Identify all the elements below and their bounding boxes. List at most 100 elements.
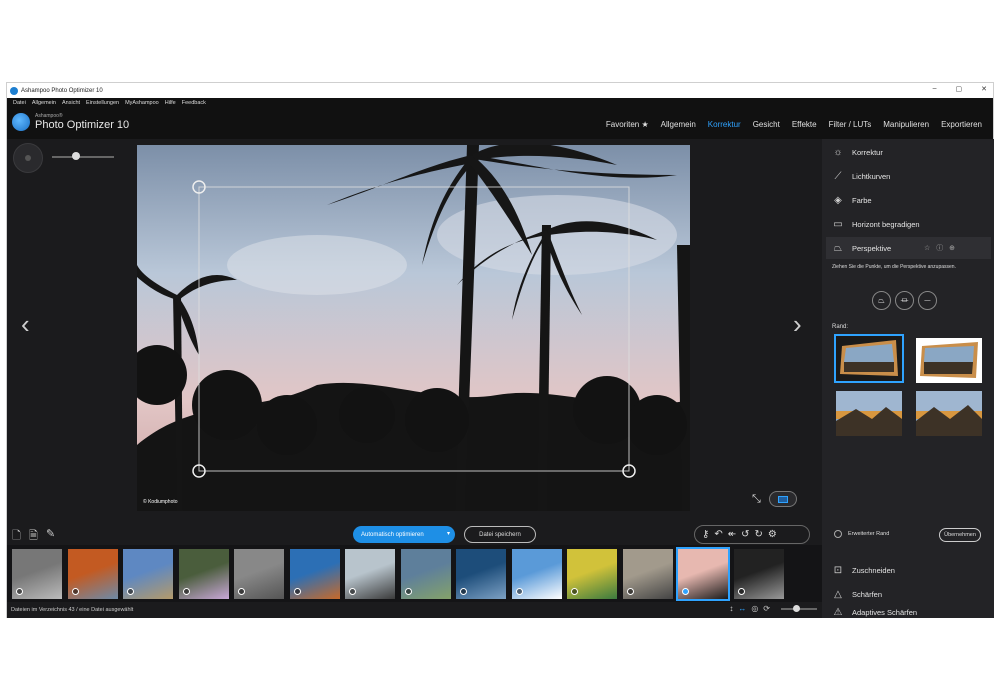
tab-effekte[interactable]: Effekte (786, 118, 823, 131)
apply-button[interactable]: Übernehmen (939, 528, 981, 542)
fullscreen-button[interactable] (768, 491, 797, 507)
thumbnail-cliffs[interactable] (123, 549, 173, 599)
monitor-icon (777, 495, 788, 503)
thumbnail-santorini[interactable] (511, 549, 562, 599)
brush-icon[interactable]: ✎ (46, 527, 55, 540)
compare-icon[interactable]: ◎ (751, 604, 758, 613)
thumbnail-select-checkbox[interactable] (682, 588, 689, 595)
thumbnail-select-checkbox[interactable] (571, 588, 578, 595)
menu-einstellungen[interactable]: Einstellungen (83, 98, 122, 109)
tool-zuschneiden[interactable]: ⊡ Zuschneiden (826, 559, 991, 581)
app-logo: Ashampoo® Photo Optimizer 10 (12, 113, 129, 131)
thumbnail-building[interactable] (622, 549, 673, 599)
tool-adaptives-schaerfen[interactable]: ⚠ Adaptives Schärfen (826, 607, 991, 618)
previous-image-button[interactable]: ‹ (21, 309, 30, 340)
thumbnail-route-66[interactable] (12, 549, 62, 599)
sun-icon: ☼ (833, 146, 843, 158)
pan-joystick[interactable] (13, 143, 43, 173)
minimize-button[interactable]: – (933, 85, 937, 93)
menu-myashampoo[interactable]: MyAshampoo (122, 98, 162, 109)
thumbnail-select-checkbox[interactable] (349, 588, 356, 595)
radio-button[interactable] (834, 530, 842, 538)
rand-option-4[interactable] (916, 391, 982, 436)
sharpen-icon: △ (834, 588, 842, 600)
menu-allgemein[interactable]: Allgemein (29, 98, 59, 109)
tab-filter-luts[interactable]: Filter / LUTs (823, 118, 878, 131)
thumbnail-monument-valley[interactable] (289, 549, 340, 599)
thumbnail-bw-room[interactable] (733, 549, 784, 599)
sync-icon[interactable]: ⟳ (763, 604, 770, 613)
thumbnail-select-checkbox[interactable] (515, 588, 523, 595)
undo-all-icon[interactable]: ↞ (728, 529, 736, 540)
tab-manipulieren[interactable]: Manipulieren (877, 118, 935, 131)
favorite-info-reset-icons[interactable]: ☆ ⓘ ⊕ (924, 243, 957, 253)
rand-option-2[interactable] (916, 338, 982, 383)
perspective-mode-3-icon[interactable]: ⏤ (918, 291, 937, 310)
tool-perspektive[interactable]: ⏢ Perspektive ☆ ⓘ ⊕ (826, 237, 991, 259)
thumbnail-bus[interactable] (567, 549, 617, 599)
thumbnail-coast[interactable] (400, 549, 451, 599)
compress-view-icon[interactable]: ⤡ (752, 493, 761, 506)
thumbnail-select-checkbox[interactable] (16, 588, 23, 595)
rand-option-1[interactable] (834, 334, 904, 383)
thumbnail-street[interactable] (345, 549, 395, 599)
rotate-right-icon[interactable]: ↻ (755, 529, 763, 540)
close-button[interactable]: ✕ (981, 85, 987, 93)
main-photo[interactable]: © Kodiumphoto (137, 145, 690, 511)
auto-optimize-button[interactable]: Automatisch optimieren ▾ (353, 526, 455, 543)
key-icon[interactable]: ⚷ (702, 529, 709, 540)
menu-ansicht[interactable]: Ansicht (59, 98, 83, 109)
tool-horizont[interactable]: ▭ Horizont begradigen (826, 213, 991, 235)
thumbnail-palms[interactable] (676, 547, 730, 601)
undo-icon[interactable]: ↶ (714, 529, 722, 540)
tab-favoriten[interactable]: Favoriten ★ (600, 118, 655, 131)
tool-lichtkurven[interactable]: ⟋ Lichtkurven (826, 165, 991, 187)
perspective-mode-2-icon[interactable]: ⏛ (895, 291, 914, 310)
tab-exportieren[interactable]: Exportieren (935, 118, 988, 131)
view-controls: ⤡ (752, 491, 797, 507)
thumbnail-canyon-bend[interactable] (67, 549, 118, 599)
thumbnail-select-checkbox[interactable] (737, 588, 745, 595)
thumbnail-size-slider[interactable] (781, 604, 817, 612)
menu-feedback[interactable]: Feedback (179, 98, 209, 109)
thumbnail-fjord[interactable] (456, 549, 506, 599)
perspective-mode-1-icon[interactable]: ⏢ (872, 291, 891, 310)
menu-datei[interactable]: Datei (10, 98, 29, 109)
horizontal-arrows-icon[interactable]: ↔ (738, 604, 746, 613)
zoom-slider-knob[interactable] (72, 152, 80, 160)
rand-option-3[interactable] (836, 391, 902, 436)
thumbnail-select-checkbox[interactable] (404, 588, 412, 595)
tool-schaerfen[interactable]: △ Schärfen (826, 583, 991, 605)
file-settings-icon[interactable]: 🗎 (29, 527, 38, 546)
save-file-button[interactable]: Datei speichern (464, 526, 536, 543)
gear-icon[interactable]: ⚙ (768, 529, 777, 540)
tool-farbe[interactable]: ◈ Farbe (826, 189, 991, 211)
tab-allgemein[interactable]: Allgemein (655, 118, 702, 131)
thumbnail-select-checkbox[interactable] (127, 588, 134, 595)
chevron-down-icon[interactable]: ▾ (447, 530, 450, 537)
menu-hilfe[interactable]: Hilfe (162, 98, 179, 109)
tool-korrektur[interactable]: ☼ Korrektur (826, 141, 991, 163)
thumbnail-select-checkbox[interactable] (238, 588, 245, 595)
main-tabs: Favoriten ★ Allgemein Korrektur Gesicht … (600, 118, 988, 131)
thumbnail-select-checkbox[interactable] (626, 588, 634, 595)
status-controls: ↕ ↔ ◎ ⟳ (729, 604, 817, 613)
tab-gesicht[interactable]: Gesicht (747, 118, 786, 131)
add-file-icon[interactable]: 🗋 (12, 527, 21, 546)
aperture-logo-icon (12, 113, 30, 131)
tab-korrektur[interactable]: Korrektur (702, 118, 747, 131)
thumbnail-rocks[interactable] (234, 549, 284, 599)
thumbnail-select-checkbox[interactable] (182, 588, 190, 595)
rotate-left-icon[interactable]: ↺ (741, 529, 749, 540)
thumbnail-size-knob[interactable] (793, 604, 800, 612)
thumbnail-select-checkbox[interactable] (460, 588, 467, 595)
tool-label: Schärfen (852, 589, 883, 599)
next-image-button[interactable]: › (793, 309, 802, 340)
zoom-slider-track[interactable] (52, 156, 114, 158)
maximize-button[interactable]: ▢ (956, 85, 963, 93)
thumbnail-select-checkbox[interactable] (293, 588, 301, 595)
extended-border-option[interactable]: Erweiterter Rand (834, 530, 889, 538)
vertical-arrows-icon[interactable]: ↕ (729, 604, 733, 613)
thumbnail-flowers[interactable] (178, 549, 229, 599)
thumbnail-select-checkbox[interactable] (71, 588, 79, 595)
